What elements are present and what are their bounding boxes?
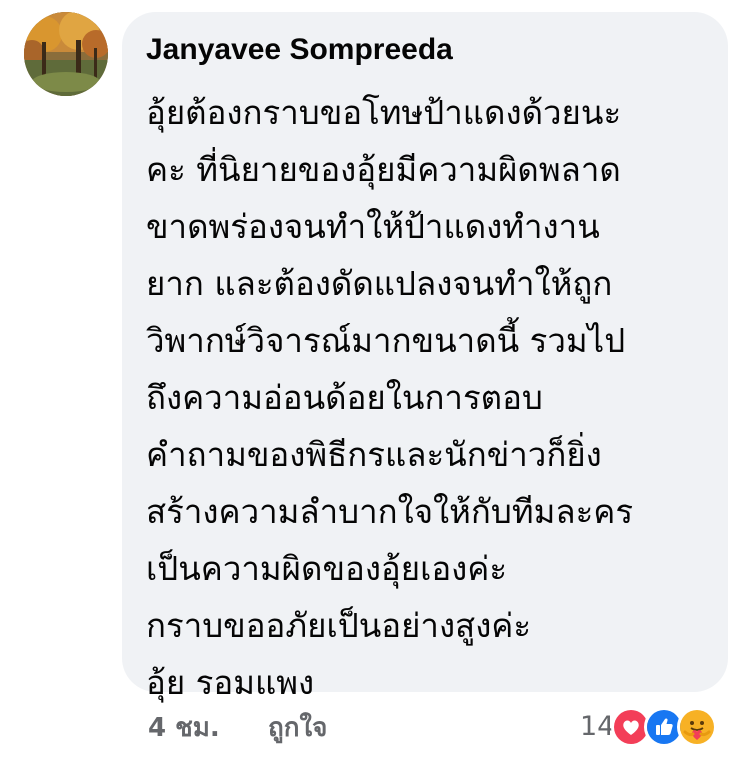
like-button[interactable]: ถูกใจ	[268, 708, 327, 748]
comment-line: อุ้ยต้องกราบขอโทษป้าแดงด้วยนะ	[146, 93, 622, 132]
comment-line: คำถามของพิธีกรและนักข่าวก็ยิ่ง	[146, 435, 602, 474]
comment-line: วิพากษ์วิจารณ์มากขนาดนี้ รวมไป	[146, 321, 626, 360]
comment-timestamp[interactable]: 4 ชม.	[148, 708, 220, 748]
comment-line: คะ ที่นิยายของอุ้ยมีความผิดพลาด	[146, 150, 621, 189]
comment-footer: 4 ชม. ถูกใจ 14	[0, 700, 750, 760]
reaction-count: 14	[580, 711, 615, 742]
comment-line: สร้างความลำบากใจให้กับทีมละคร	[146, 492, 634, 531]
care-icon	[677, 707, 718, 747]
comment-line: กราบขออภัยเป็นอย่างสูงค่ะ	[146, 606, 532, 645]
comment-author[interactable]: Janyavee Sompreeda	[146, 30, 708, 70]
comment-bubble: Janyavee Sompreeda อุ้ยต้องกราบขอโทษป้าแ…	[122, 12, 728, 702]
comment-line: เป็นความผิดของอุ้ยเองค่ะ	[146, 549, 508, 588]
comment-line: ยาก และต้องดัดแปลงจนทำให้ถูก	[146, 264, 613, 303]
comment-line: ขาดพร่องจนทำให้ป้าแดงทำงาน	[146, 207, 600, 246]
comment-line: ถึงความอ่อนด้อยในการตอบ	[146, 378, 543, 417]
reactions-summary[interactable]: 14	[580, 704, 718, 750]
comment-body: อุ้ยต้องกราบขอโทษป้าแดงด้วยนะ คะ ที่นิยา…	[146, 84, 708, 711]
avatar[interactable]	[24, 12, 108, 96]
